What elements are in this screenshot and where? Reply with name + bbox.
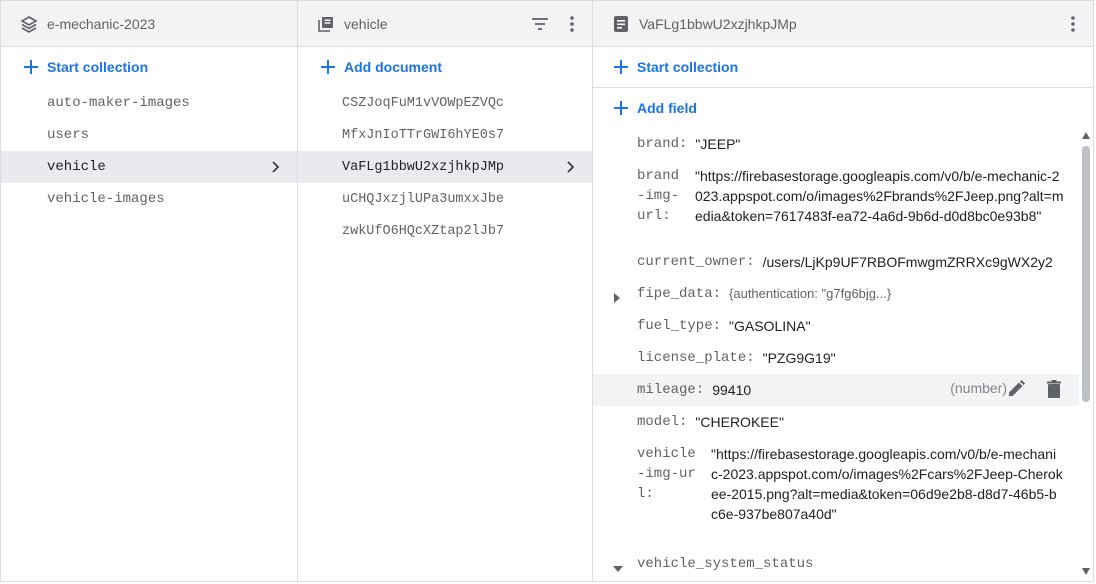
- plus-icon: [611, 98, 631, 118]
- field-key: fipe_data:: [637, 286, 722, 302]
- field-key: current_owner:: [637, 254, 755, 270]
- collection-title: vehicle: [344, 15, 388, 32]
- document-list: CSZJoqFuM1vVOWpEZVQc MfxJnIoTTrGWI6hYE0s…: [298, 87, 592, 247]
- scroll-up-arrow-icon[interactable]: [1082, 132, 1090, 139]
- list-item-label: MfxJnIoTTrGWI6hYE0s7: [342, 127, 505, 143]
- filter-icon[interactable]: [528, 12, 552, 36]
- list-item-document[interactable]: MfxJnIoTTrGWI6hYE0s7: [298, 119, 592, 151]
- list-item-label: vehicle: [47, 159, 106, 175]
- list-item-collection[interactable]: users: [1, 119, 297, 151]
- field-value: /users/LjKp9UF7RBOFmwgmZRRXc9gWX2y2: [762, 254, 1053, 270]
- list-item-document[interactable]: CSZJoqFuM1vVOWpEZVQc: [298, 87, 592, 119]
- field-row-mileage[interactable]: mileage: 99410 (number): [593, 374, 1079, 406]
- field-key: fuel_type:: [637, 318, 722, 334]
- list-item-label: VaFLg1bbwU2xzjhkpJMp: [342, 159, 505, 175]
- field-value: "https://firebasestorage.googleapis.com/…: [695, 168, 1064, 224]
- list-item-collection-selected[interactable]: vehicle: [1, 151, 297, 183]
- collection-icon: [316, 14, 336, 34]
- add-document-label: Add document: [344, 59, 442, 75]
- field-row-fipe-data[interactable]: fipe_data: {authentication: "g7fg6bjg...…: [593, 278, 1079, 310]
- field-row-brand[interactable]: brand: "JEEP": [593, 128, 1079, 160]
- scrollbar-thumb[interactable]: [1082, 146, 1090, 402]
- field-key: mileage:: [637, 382, 705, 398]
- field-key: license_plate:: [637, 350, 755, 366]
- delete-icon[interactable]: [1043, 378, 1065, 400]
- scroll-down-arrow-icon[interactable]: [1082, 568, 1090, 575]
- list-item-document[interactable]: zwkUfO6HQcXZtap2lJb7: [298, 215, 592, 247]
- vertical-scrollbar[interactable]: [1079, 128, 1093, 581]
- add-field-button[interactable]: Add field: [593, 88, 1079, 128]
- field-value: "PZG9G19": [762, 350, 836, 366]
- field-row-brand-img-url[interactable]: brand-img-url: "https://firebasestorage.…: [593, 160, 1079, 246]
- document-panel-header: VaFLg1bbwU2xzjhkpJMp: [593, 1, 1093, 47]
- field-value: {authentication: "g7fg6bjg...}: [729, 286, 892, 301]
- more-vert-icon[interactable]: [1061, 12, 1085, 36]
- field-key: brand-img-url:: [637, 168, 680, 224]
- list-item-document-selected[interactable]: VaFLg1bbwU2xzjhkpJMp: [298, 151, 592, 183]
- field-value: "GASOLINA": [729, 318, 811, 334]
- more-vert-icon[interactable]: [560, 12, 584, 36]
- chevron-right-icon: [267, 159, 283, 175]
- document-icon: [611, 14, 631, 34]
- plus-icon: [21, 57, 41, 77]
- field-type-label: (number): [950, 380, 1007, 396]
- firestore-data-viewer: e-mechanic-2023 Start collection auto-ma…: [0, 0, 1094, 582]
- field-row-model[interactable]: model: "CHEROKEE": [593, 406, 1079, 438]
- add-document-button[interactable]: Add document: [298, 47, 592, 87]
- field-row-vehicle-img-url[interactable]: vehicle-img-url: "https://firebasestorag…: [593, 438, 1079, 548]
- collection-panel: vehicle Add document CSZJoqFuM1vVOWpEZVQ…: [298, 1, 593, 581]
- field-row-license-plate[interactable]: license_plate: "PZG9G19": [593, 342, 1079, 374]
- field-value: "JEEP": [695, 136, 741, 152]
- start-collection-label: Start collection: [47, 59, 149, 75]
- field-key: vehicle_system_status: [637, 556, 814, 572]
- collection-panel-header: vehicle: [298, 1, 592, 47]
- list-item-label: uCHQJxzjlUPa3umxxJbe: [342, 191, 505, 207]
- plus-icon: [318, 57, 338, 77]
- add-field-label: Add field: [637, 100, 697, 116]
- list-item-document[interactable]: uCHQJxzjlUPa3umxxJbe: [298, 183, 592, 215]
- caret-right-icon[interactable]: [613, 290, 621, 303]
- chevron-right-icon: [562, 159, 578, 175]
- plus-icon: [611, 57, 631, 77]
- document-title: VaFLg1bbwU2xzjhkpJMp: [639, 15, 797, 32]
- field-list: Add field brand: "JEEP" brand-img-url: "…: [593, 88, 1079, 581]
- field-row-fuel-type[interactable]: fuel_type: "GASOLINA": [593, 310, 1079, 342]
- edit-icon[interactable]: [1005, 378, 1027, 400]
- field-key: brand:: [637, 136, 688, 152]
- field-value: 99410: [712, 382, 752, 398]
- root-panel: e-mechanic-2023 Start collection auto-ma…: [1, 1, 298, 581]
- start-collection-label: Start collection: [637, 59, 739, 75]
- list-item-label: zwkUfO6HQcXZtap2lJb7: [342, 223, 505, 239]
- list-item-label: CSZJoqFuM1vVOWpEZVQc: [342, 95, 505, 111]
- firebase-stack-icon: [19, 14, 39, 34]
- collection-list: auto-maker-images users vehicle vehicle-…: [1, 87, 297, 215]
- field-key: model:: [637, 414, 688, 430]
- list-item-label: auto-maker-images: [47, 95, 190, 111]
- field-value: "https://firebasestorage.googleapis.com/…: [711, 446, 1063, 522]
- caret-down-icon[interactable]: [613, 560, 623, 572]
- list-item-collection[interactable]: vehicle-images: [1, 183, 297, 215]
- field-row-current-owner[interactable]: current_owner: /users/LjKp9UF7RBOFmwgmZR…: [593, 246, 1079, 278]
- field-key: vehicle-img-url:: [637, 446, 696, 502]
- document-panel: VaFLg1bbwU2xzjhkpJMp Start collection Ad…: [593, 1, 1093, 581]
- start-subcollection-button[interactable]: Start collection: [593, 47, 1093, 88]
- list-item-label: vehicle-images: [47, 191, 165, 207]
- list-item-collection[interactable]: auto-maker-images: [1, 87, 297, 119]
- project-title: e-mechanic-2023: [47, 15, 156, 32]
- list-item-label: users: [47, 127, 90, 143]
- field-value: "CHEROKEE": [695, 414, 784, 430]
- root-panel-header: e-mechanic-2023: [1, 1, 297, 47]
- start-collection-button[interactable]: Start collection: [1, 47, 297, 87]
- field-row-vehicle-system-status[interactable]: vehicle_system_status: [593, 548, 1079, 580]
